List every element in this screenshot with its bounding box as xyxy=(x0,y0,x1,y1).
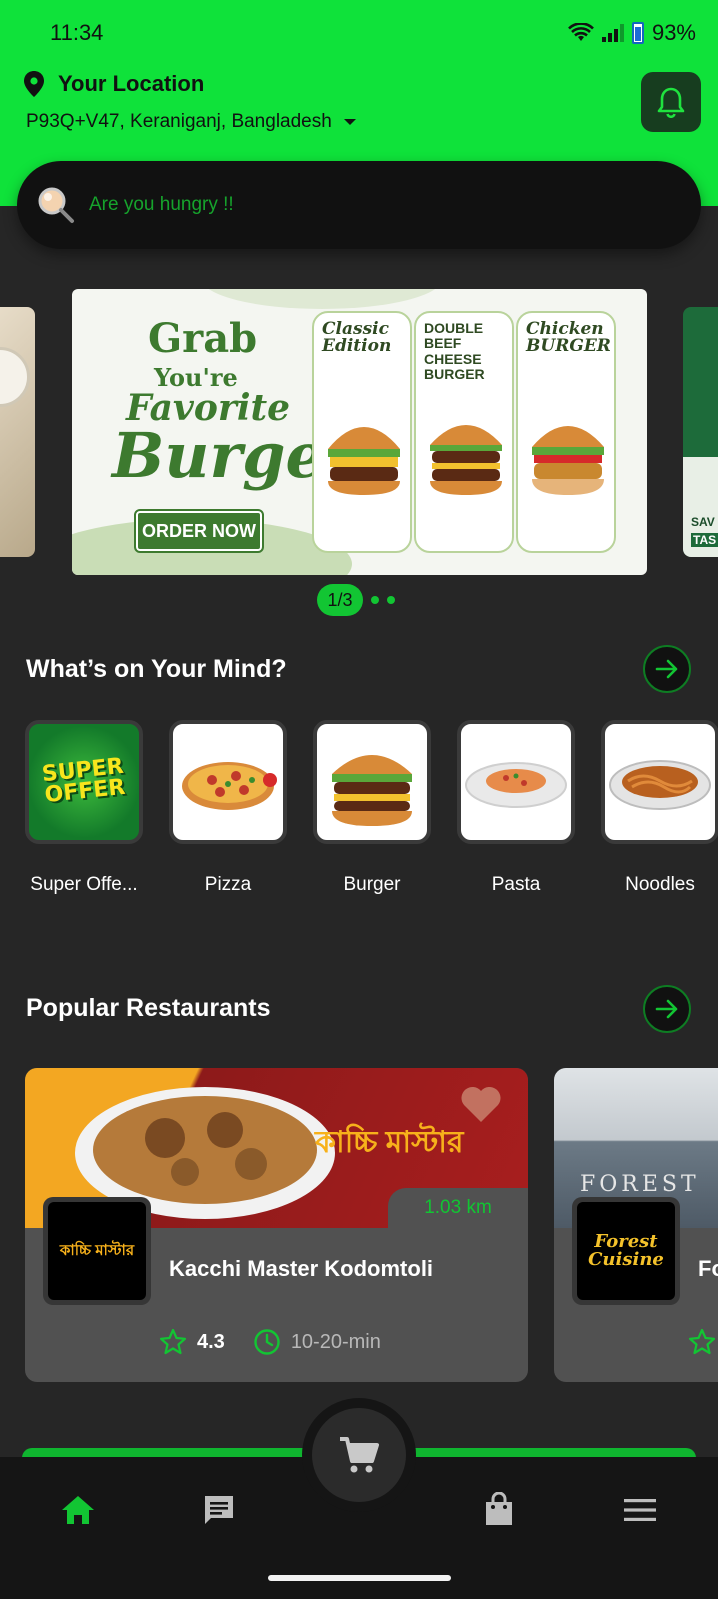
category-image: SUPER OFFER xyxy=(25,720,143,844)
heart-icon[interactable] xyxy=(459,1084,503,1124)
status-bar: 11:34 93% xyxy=(0,0,718,64)
pager-current: 1/3 xyxy=(317,584,363,616)
restaurant-card-forest-cuisine[interactable]: FOREST Forest Cuisine Fo xyxy=(554,1068,718,1382)
banner-line-1: Grab xyxy=(148,315,258,362)
banner-previous[interactable] xyxy=(0,307,35,557)
restaurant-logo-text: কাচ্চি মাস্টার xyxy=(59,1241,135,1259)
carousel-pager: 1/3 xyxy=(317,584,395,616)
category-noodles[interactable]: Noodles xyxy=(601,720,718,896)
restaurant-card-kacchi-master[interactable]: কাচ্চি মাস্টার 1.03 km কাচ্চি মাস্টার Ka… xyxy=(25,1068,528,1382)
pasta-image xyxy=(465,762,567,808)
cart-icon xyxy=(340,1437,379,1473)
notification-button[interactable] xyxy=(641,72,701,132)
pager-dot[interactable] xyxy=(371,596,379,604)
category-label: Pasta xyxy=(491,874,541,895)
pizza-image xyxy=(182,762,277,810)
chat-icon xyxy=(205,1496,233,1524)
nav-orders[interactable] xyxy=(477,1488,521,1532)
banner-card-chicken: Chicken BURGER xyxy=(516,311,616,553)
location-title: Your Location xyxy=(58,71,205,96)
banner-card-classic: Classic Edition xyxy=(312,311,412,553)
banner-card-label: DOUBLE BEEF CHEESE BURGER xyxy=(424,320,485,383)
category-pasta[interactable]: Pasta xyxy=(457,720,575,896)
restaurant-logo: Forest Cuisine xyxy=(572,1197,680,1305)
category-image xyxy=(601,720,718,844)
banner-card-label: Chicken BURGER xyxy=(526,319,611,356)
status-time: 11:34 xyxy=(50,20,104,45)
search-placeholder: Are you hungry !! xyxy=(89,194,234,215)
restaurant-brand-text: কাচ্চি মাস্টার xyxy=(315,1126,464,1159)
restaurant-meta xyxy=(688,1328,716,1356)
super-offer-badge: SUPER OFFER xyxy=(40,753,127,809)
location-row[interactable]: Your Location xyxy=(22,70,204,98)
restaurant-rating: 4.3 xyxy=(197,1330,225,1353)
nav-chat[interactable] xyxy=(197,1488,241,1532)
clock-icon xyxy=(254,1329,280,1355)
category-image xyxy=(169,720,287,844)
category-burger[interactable]: Burger xyxy=(313,720,431,896)
restaurant-name: Fo xyxy=(698,1256,718,1281)
search-icon xyxy=(38,187,74,223)
restaurant-sign-text: FOREST xyxy=(580,1172,700,1197)
category-pizza[interactable]: Pizza xyxy=(169,720,287,896)
wifi-icon xyxy=(568,23,594,41)
delivery-time: 10-20-min xyxy=(290,1330,381,1353)
location-pin-icon xyxy=(24,71,44,97)
home-indicator[interactable] xyxy=(268,1575,451,1581)
battery-percent: 93% xyxy=(651,20,696,45)
menu-icon xyxy=(624,1499,656,1521)
banner-next[interactable]: SAV TAS xyxy=(683,307,718,557)
restaurant-logo: কাচ্চি মাস্টার xyxy=(43,1197,151,1305)
burger-image xyxy=(328,427,400,495)
see-all-restaurants-button[interactable] xyxy=(643,985,691,1033)
burger-image xyxy=(430,425,502,495)
category-label: Noodles xyxy=(625,874,695,895)
burger-image xyxy=(332,755,412,826)
signal-icon xyxy=(601,24,624,42)
arrow-right-icon xyxy=(655,999,678,1019)
pager-dot[interactable] xyxy=(387,596,395,604)
status-icons: 93% xyxy=(568,20,696,46)
chevron-down-icon xyxy=(343,119,356,125)
banner-card-label: Classic Edition xyxy=(322,319,392,356)
arrow-right-icon xyxy=(655,659,678,679)
banner-card-double-beef: DOUBLE BEEF CHEESE BURGER xyxy=(414,311,514,553)
noodles-image xyxy=(609,760,711,810)
category-label: Burger xyxy=(343,874,401,895)
nav-home[interactable] xyxy=(56,1488,100,1532)
section-title-popular: Popular Restaurants xyxy=(26,994,271,1022)
order-now-button[interactable]: ORDER NOW xyxy=(134,509,264,553)
promo-banner[interactable]: Grab You're Favorite Burger ORDER NOW Cl… xyxy=(72,289,647,575)
distance-badge: 1.03 km xyxy=(388,1188,528,1228)
nav-menu[interactable] xyxy=(618,1488,662,1532)
section-title-mind: What’s on Your Mind? xyxy=(26,655,287,683)
home-icon xyxy=(62,1496,94,1524)
category-label: Pizza xyxy=(204,874,252,895)
category-image xyxy=(313,720,431,844)
star-icon xyxy=(688,1328,716,1355)
bell-icon xyxy=(657,87,685,118)
category-label: Super Offe... xyxy=(30,874,138,895)
cart-button[interactable] xyxy=(312,1408,406,1502)
see-all-categories-button[interactable] xyxy=(643,645,691,693)
restaurant-name: Kacchi Master Kodomtoli xyxy=(169,1256,434,1281)
banner-next-text: SAV xyxy=(691,515,715,529)
search-bar[interactable]: Are you hungry !! xyxy=(17,161,701,249)
category-super-offer[interactable]: SUPER OFFER Super Offe... xyxy=(25,720,143,896)
address-text: P93Q+V47, Keraniganj, Bangladesh xyxy=(26,111,332,132)
burger-image xyxy=(532,426,604,495)
banner-next-text-2: TAS xyxy=(691,533,718,547)
restaurant-logo-text: Forest Cuisine xyxy=(588,1231,664,1270)
star-icon xyxy=(159,1328,187,1355)
restaurant-meta: 4.3 10-20-min xyxy=(159,1328,381,1356)
category-image xyxy=(457,720,575,844)
shopping-bag-icon xyxy=(486,1492,512,1525)
battery-icon xyxy=(631,22,644,44)
address-selector[interactable]: P93Q+V47, Keraniganj, Bangladesh xyxy=(26,111,356,133)
